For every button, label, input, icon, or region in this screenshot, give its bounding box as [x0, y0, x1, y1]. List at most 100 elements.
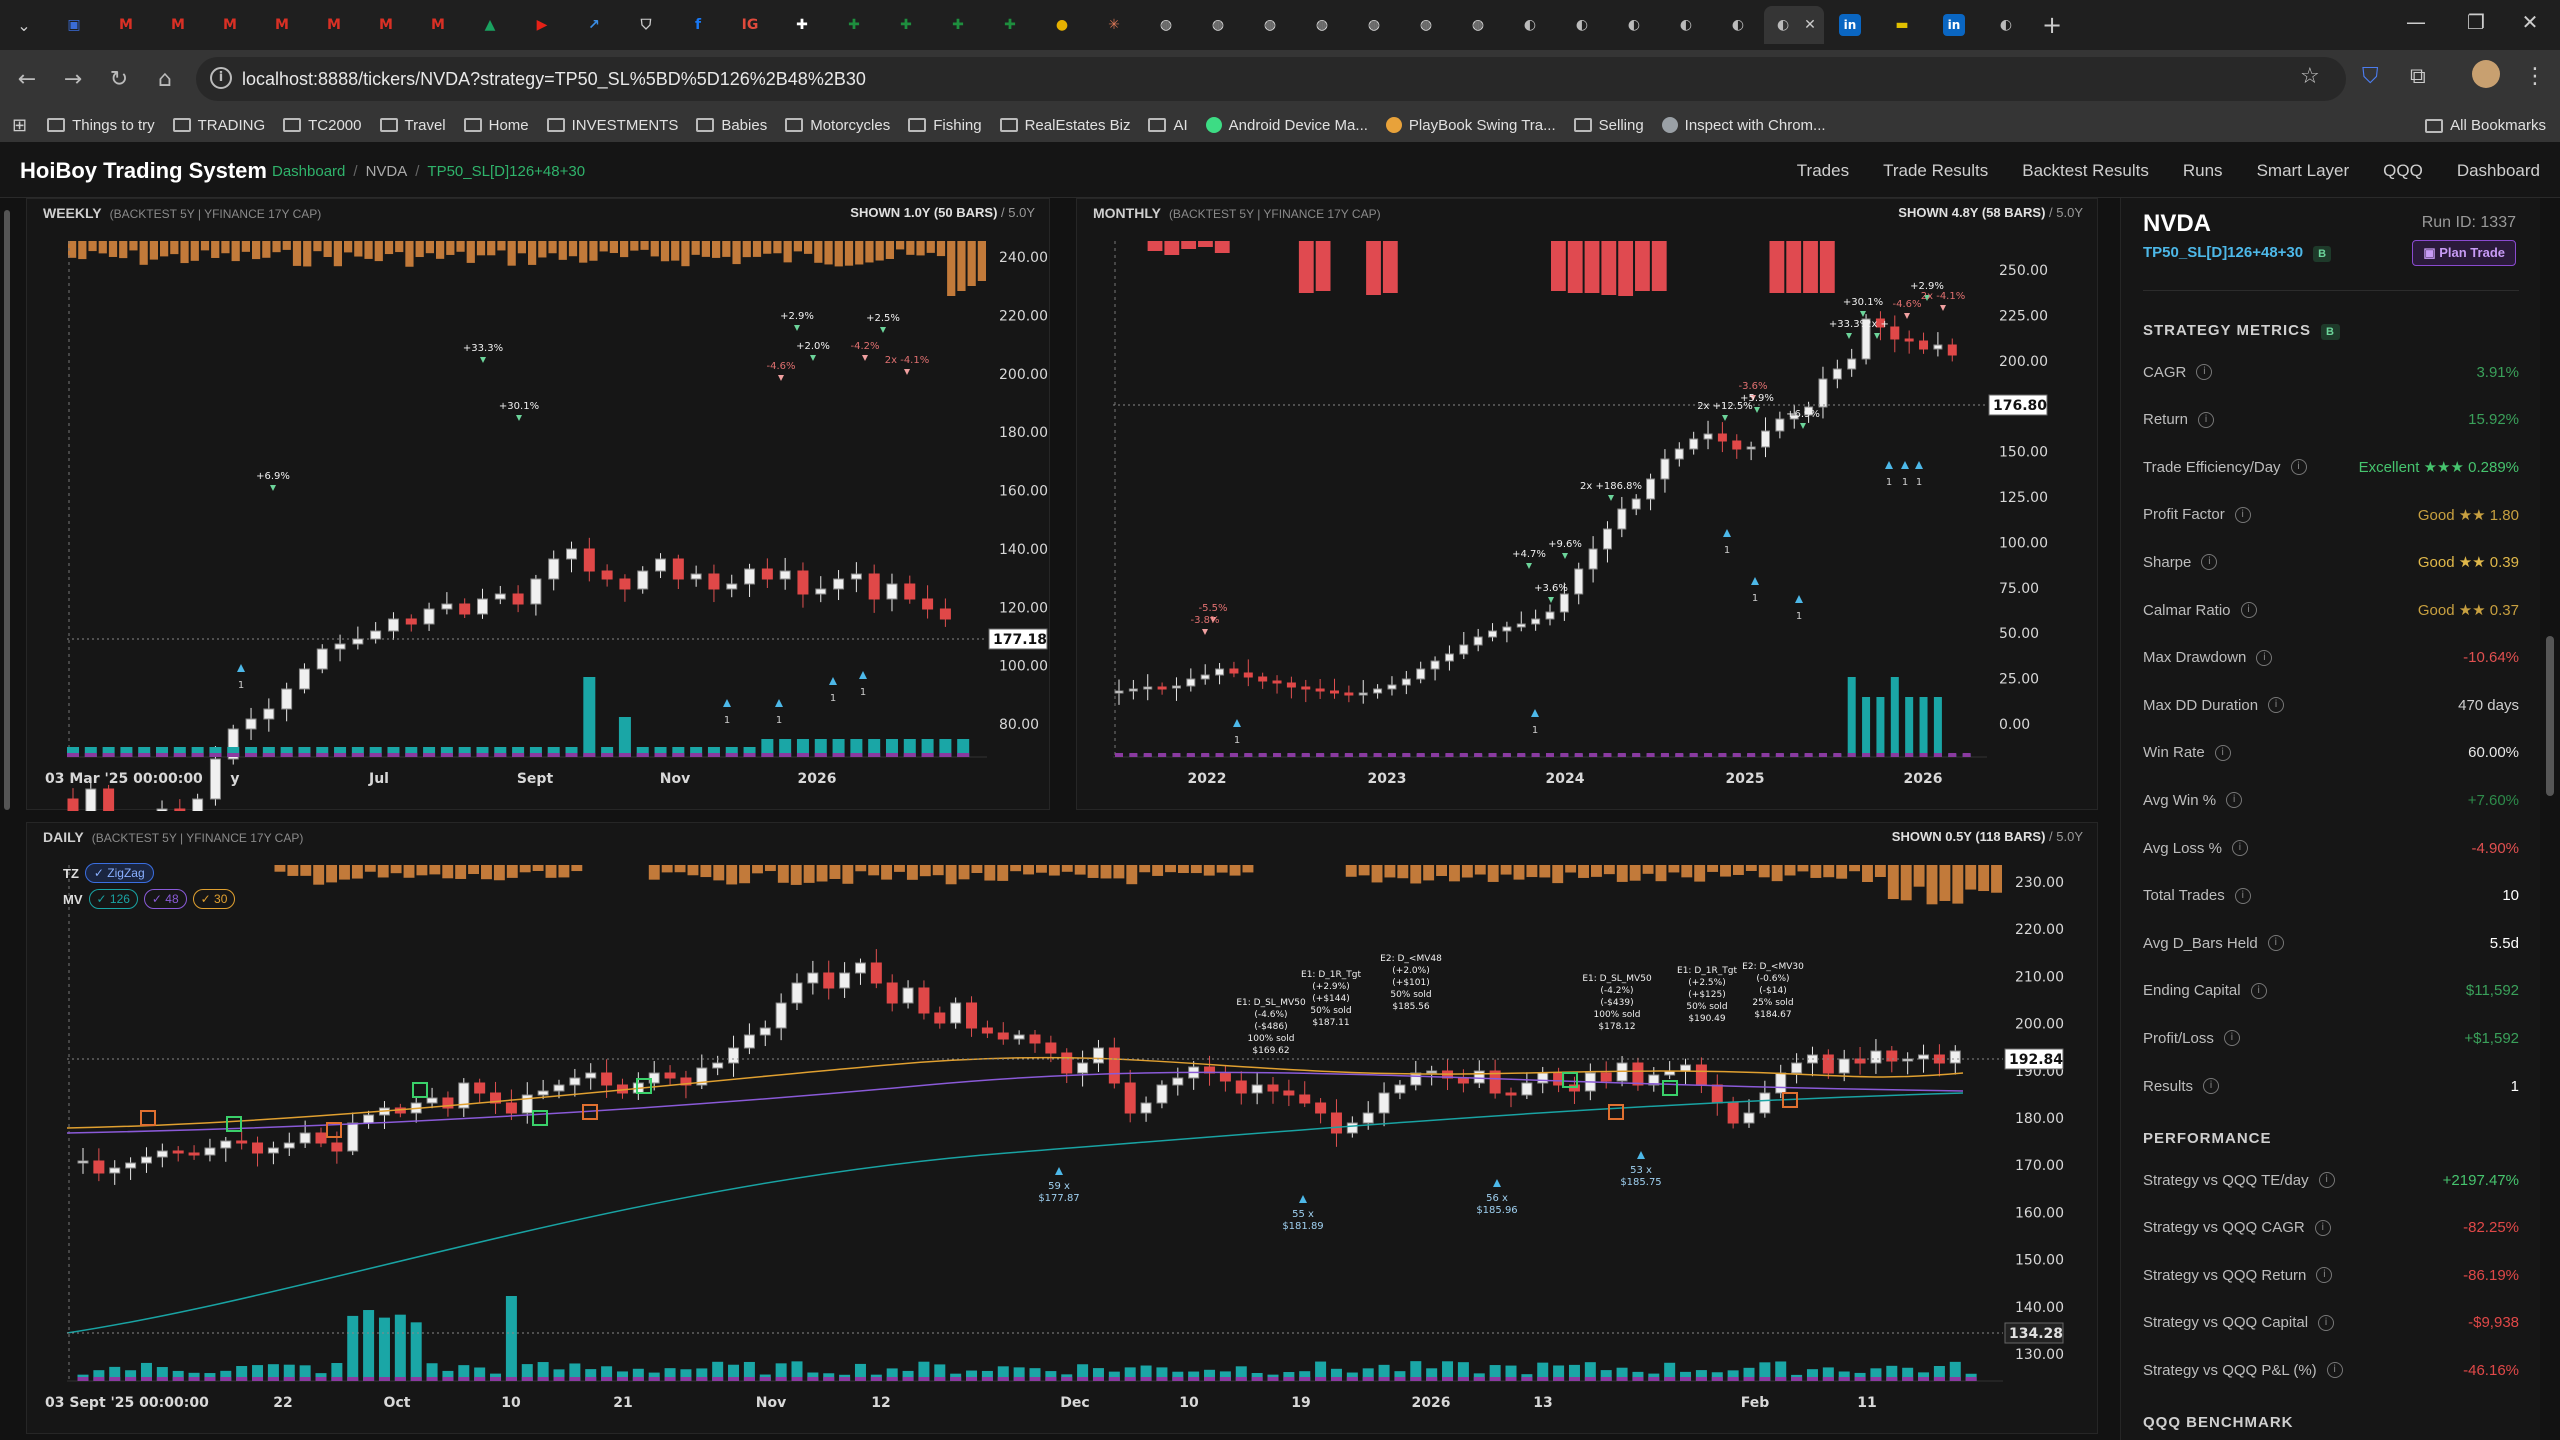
nav-smart-layer[interactable]: Smart Layer: [2257, 161, 2350, 181]
tab-34[interactable]: in: [1824, 6, 1876, 44]
tab-18[interactable]: ✚: [984, 6, 1036, 44]
info-icon[interactable]: i: [2326, 1362, 2343, 1379]
nav-backtest-results[interactable]: Backtest Results: [2022, 161, 2149, 181]
back-icon[interactable]: ←: [4, 67, 50, 92]
bookmark-0[interactable]: Things to try: [47, 117, 155, 134]
tab-16[interactable]: ✚: [880, 6, 932, 44]
nav-runs[interactable]: Runs: [2183, 161, 2223, 181]
bookmark-11[interactable]: Android Device Ma...: [1205, 117, 1368, 134]
tab-26[interactable]: ◍: [1400, 6, 1452, 44]
weekly-chart[interactable]: 240.00220.00200.00180.00160.00140.00120.…: [27, 199, 1051, 811]
new-tab-icon[interactable]: +: [2032, 11, 2072, 39]
left-scrollbar[interactable]: [2, 200, 12, 1430]
info-icon[interactable]: i: [2318, 1172, 2335, 1188]
tab-8[interactable]: ▲: [464, 6, 516, 44]
tab-10[interactable]: ↗: [568, 6, 620, 44]
bookmark-14[interactable]: Inspect with Chrom...: [1661, 117, 1826, 134]
address-bar[interactable]: i localhost:8888/tickers/NVDA?strategy=T…: [196, 57, 2346, 101]
nav-trade-results[interactable]: Trade Results: [1883, 161, 1988, 181]
tab-30[interactable]: ◐: [1608, 6, 1660, 44]
tab-33[interactable]: ◐ ✕: [1764, 6, 1824, 44]
bookmark-2[interactable]: TC2000: [283, 117, 362, 134]
tab-11[interactable]: ⛉: [620, 6, 672, 44]
info-icon[interactable]: i: [2250, 982, 2267, 999]
tab-27[interactable]: ◍: [1452, 6, 1504, 44]
tab-4[interactable]: M: [256, 6, 308, 44]
bitwarden-icon[interactable]: ⛉: [2362, 64, 2379, 89]
tab-32[interactable]: ◐: [1712, 6, 1764, 44]
forward-icon[interactable]: →: [50, 67, 96, 92]
mv-toggle-1[interactable]: ✓ 48: [143, 889, 187, 909]
extensions-icon[interactable]: ⧉: [2410, 64, 2426, 89]
mv-toggle-0[interactable]: ✓ 126: [88, 889, 138, 909]
bookmark-9[interactable]: RealEstates Biz: [999, 117, 1130, 134]
info-icon[interactable]: i: [2267, 935, 2284, 952]
bookmark-6[interactable]: Babies: [696, 117, 767, 134]
tab-13[interactable]: IG: [724, 6, 776, 44]
tab-28[interactable]: ◐: [1504, 6, 1556, 44]
tab-31[interactable]: ◐: [1660, 6, 1712, 44]
home-icon[interactable]: ⌂: [142, 67, 188, 92]
tab-19[interactable]: ●: [1036, 6, 1088, 44]
close-window-icon[interactable]: ✕: [2500, 10, 2560, 34]
nav-dashboard[interactable]: Dashboard: [2457, 161, 2540, 181]
info-icon[interactable]: i: [2226, 792, 2243, 809]
tab-21[interactable]: ◍: [1140, 6, 1192, 44]
info-icon[interactable]: i: [2198, 411, 2215, 428]
close-tab-icon[interactable]: ✕: [1804, 17, 1816, 33]
minimize-icon[interactable]: —: [2386, 10, 2446, 34]
tab-9[interactable]: ▶: [516, 6, 568, 44]
profile-avatar[interactable]: [2472, 60, 2500, 88]
tab-25[interactable]: ◍: [1348, 6, 1400, 44]
bookmark-3[interactable]: Travel: [379, 117, 446, 134]
info-icon[interactable]: i: [2268, 697, 2285, 714]
info-icon[interactable]: i: [2318, 1314, 2335, 1331]
info-icon[interactable]: i: [2231, 840, 2248, 856]
bookmark-5[interactable]: INVESTMENTS: [546, 117, 678, 134]
tab-22[interactable]: ◍: [1192, 6, 1244, 44]
restore-icon[interactable]: ❐: [2446, 10, 2506, 34]
tab-23[interactable]: ◍: [1244, 6, 1296, 44]
tab-search-icon[interactable]: ⌄: [0, 16, 48, 35]
info-icon[interactable]: i: [2234, 506, 2251, 523]
bookmark-13[interactable]: Selling: [1573, 117, 1644, 134]
tab-12[interactable]: f: [672, 6, 724, 44]
tab-29[interactable]: ◐: [1556, 6, 1608, 44]
daily-chart[interactable]: 230.00220.00210.00200.00190.00180.00170.…: [27, 823, 2099, 1435]
tab-17[interactable]: ✚: [932, 6, 984, 44]
nav-trades[interactable]: Trades: [1797, 161, 1849, 181]
info-icon[interactable]: i: [2234, 887, 2251, 904]
info-icon[interactable]: i: [2196, 364, 2213, 380]
info-icon[interactable]: i: [2314, 1219, 2331, 1236]
tab-5[interactable]: M: [308, 6, 360, 44]
info-icon[interactable]: i: [2290, 459, 2307, 476]
tab-24[interactable]: ◍: [1296, 6, 1348, 44]
monthly-chart[interactable]: 250.00225.00200.00175.00150.00125.00100.…: [1077, 199, 2099, 811]
info-icon[interactable]: i: [2256, 649, 2273, 666]
site-info-icon[interactable]: i: [210, 67, 232, 89]
tab-3[interactable]: M: [204, 6, 256, 44]
apps-grid-icon[interactable]: ⊞: [12, 115, 27, 136]
bookmark-8[interactable]: Fishing: [908, 117, 982, 134]
bookmark-10[interactable]: AI: [1148, 117, 1188, 134]
breadcrumb-dashboard[interactable]: Dashboard: [272, 163, 345, 180]
info-icon[interactable]: i: [2214, 744, 2231, 761]
info-icon[interactable]: i: [2240, 602, 2257, 618]
bookmark-4[interactable]: Home: [463, 117, 529, 134]
tab-14[interactable]: ✚: [776, 6, 828, 44]
bookmark-star-icon[interactable]: ☆: [2300, 64, 2320, 89]
tab-0[interactable]: ▣: [48, 6, 100, 44]
tab-36[interactable]: in: [1928, 6, 1980, 44]
bookmark-1[interactable]: TRADING: [172, 117, 265, 134]
breadcrumb-ticker[interactable]: NVDA: [366, 163, 408, 180]
tab-1[interactable]: M: [100, 6, 152, 44]
tab-37[interactable]: ◐: [1980, 6, 2032, 44]
menu-icon[interactable]: ⋮: [2524, 64, 2546, 89]
info-icon[interactable]: i: [2223, 1030, 2240, 1047]
nav-qqq[interactable]: QQQ: [2383, 161, 2423, 181]
reload-icon[interactable]: ↻: [96, 67, 142, 92]
all-bookmarks[interactable]: All Bookmarks: [2425, 117, 2546, 134]
tab-20[interactable]: ✳: [1088, 6, 1140, 44]
tab-7[interactable]: M: [412, 6, 464, 44]
info-icon[interactable]: i: [2201, 554, 2218, 571]
